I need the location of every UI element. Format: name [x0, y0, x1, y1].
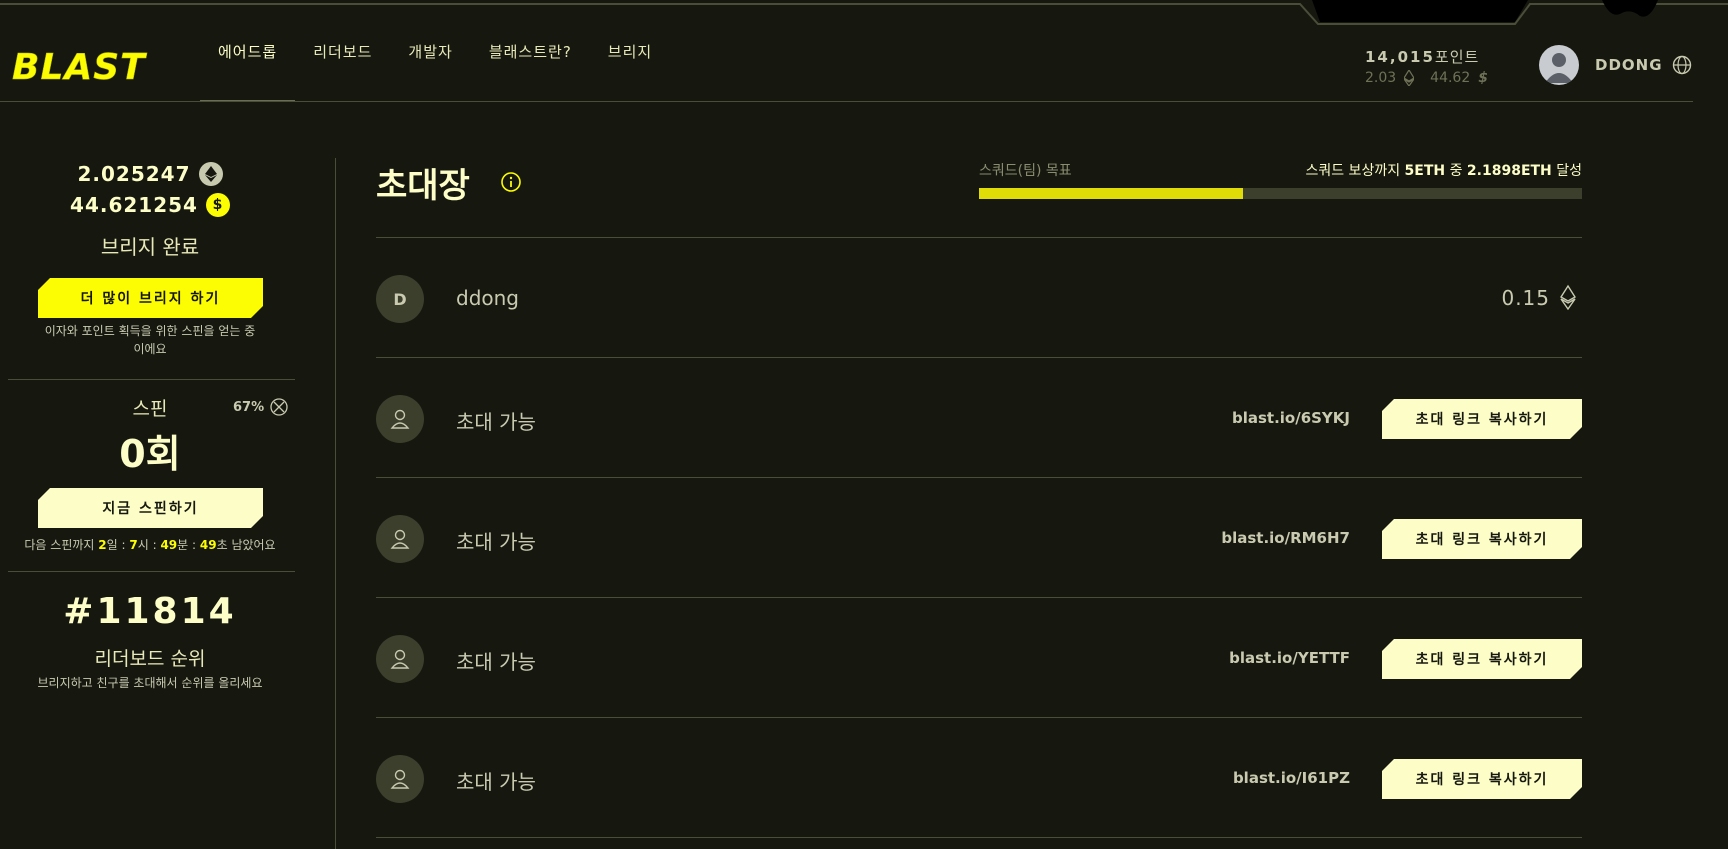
info-icon[interactable] [500, 171, 522, 193]
points-unit: 포인트 [1434, 48, 1480, 66]
sidebar-usd-balance: 44.621254 $ [0, 193, 300, 217]
spin-percent-value: 67% [233, 399, 265, 415]
spin-days-unit: 일 [106, 538, 118, 552]
points-summary: 14,015포인트 2.03 44.62 $ [1365, 46, 1495, 86]
clover-icon [270, 398, 288, 416]
spin-hours: 7 [129, 538, 138, 552]
header-eth-balance: 2.03 [1365, 70, 1397, 86]
nav-bridge[interactable]: 브리지 [590, 0, 670, 102]
bridge-note: 이자와 포인트 획득을 위한 스핀을 얻는 중이에요 [44, 324, 256, 356]
spin-seconds-unit: 초 [216, 538, 228, 552]
spin-days: 2 [98, 538, 107, 552]
invite-status: 초대 가능 [456, 530, 536, 554]
spin-percent: 67% [233, 398, 288, 416]
invite-link[interactable]: blast.io/6SYKJ [1232, 409, 1350, 427]
invite-link[interactable]: blast.io/I61PZ [1233, 769, 1350, 787]
member-name: ddong [456, 286, 519, 310]
copy-invite-link-button[interactable]: 초대 링크 복사하기 [1382, 519, 1582, 559]
header-usd-balance: 44.62 [1430, 70, 1471, 86]
copy-invite-link-button[interactable]: 초대 링크 복사하기 [1382, 759, 1582, 799]
blast-logo[interactable]: BLAST [10, 46, 175, 86]
goal-current: 2.1898ETH [1466, 163, 1552, 179]
invite-row: 초대 가능 blast.io/I61PZ 초대 링크 복사하기 [376, 717, 1582, 837]
bridge-status: 브리지 완료 [100, 235, 200, 259]
member-row: D ddong 0.15 [376, 237, 1582, 357]
spin-hours-unit: 시 [137, 538, 149, 552]
user-icon [390, 649, 410, 669]
header-divider [0, 101, 1693, 102]
main-nav: 에어드롭 리더보드 개발자 블래스트란? 브리지 [200, 0, 670, 102]
spin-minutes-unit: 분 [177, 538, 189, 552]
squad-progress-bar [979, 188, 1582, 199]
spin-minutes: 49 [160, 538, 178, 552]
top-header: BLAST 에어드롭 리더보드 개발자 블래스트란? 브리지 14,015포인트… [0, 0, 1728, 102]
goal-prefix: 스쿼드 보상까지 [1305, 163, 1401, 179]
invite-avatar [376, 635, 424, 683]
username[interactable]: DDONG [1595, 56, 1663, 74]
spin-next-suffix: 남았어요 [231, 538, 276, 552]
avatar-user-icon [1545, 53, 1573, 83]
usd-amount: 44.621254 [70, 193, 198, 217]
page-title: 초대장 [376, 166, 470, 206]
invite-status: 초대 가능 [456, 650, 536, 674]
spin-now-button[interactable]: 지금 스핀하기 [38, 488, 263, 528]
nav-airdrop[interactable]: 에어드롭 [200, 0, 296, 102]
user-icon [390, 769, 410, 789]
svg-text:BLAST: BLAST [12, 47, 147, 86]
sidebar-eth-balance: 2.025247 [0, 162, 300, 186]
nav-what-is-blast[interactable]: 블래스트란? [471, 0, 590, 102]
row-divider [376, 837, 1582, 838]
avatar[interactable] [1539, 45, 1579, 85]
spin-seconds: 49 [199, 538, 217, 552]
user-icon [390, 409, 410, 429]
goal-mid: 중 [1449, 163, 1463, 179]
rank-label: 리더보드 순위 [94, 648, 206, 670]
eth-amount: 2.025247 [77, 162, 191, 186]
leaderboard-rank: #11814 [63, 591, 237, 632]
copy-invite-link-button[interactable]: 초대 링크 복사하기 [1382, 639, 1582, 679]
invite-link[interactable]: blast.io/YETTF [1229, 649, 1350, 667]
spin-countdown: 다음 스핀까지 2일 : 7시 : 49분 : 49초 남았어요 [24, 538, 276, 552]
goal-target: 5ETH [1404, 163, 1446, 179]
header-balances: 2.03 44.62 $ [1365, 70, 1495, 86]
points-total: 14,015포인트 [1365, 46, 1495, 67]
eth-icon [1560, 284, 1576, 310]
copy-invite-link-button[interactable]: 초대 링크 복사하기 [1382, 399, 1582, 439]
points-value: 14,015 [1365, 48, 1435, 66]
member-value: 0.15 [1501, 286, 1550, 310]
nav-leaderboard[interactable]: 리더보드 [295, 0, 390, 102]
eth-icon [1404, 70, 1415, 86]
member-avatar: D [376, 275, 424, 323]
spin-count: 0회 [119, 432, 181, 476]
invite-status: 초대 가능 [456, 770, 536, 794]
eth-coin-icon [198, 162, 223, 186]
spin-next-prefix: 다음 스핀까지 [24, 538, 95, 552]
invite-row: 초대 가능 blast.io/YETTF 초대 링크 복사하기 [376, 597, 1582, 717]
invite-link[interactable]: blast.io/RM6H7 [1221, 529, 1350, 547]
bridge-more-button[interactable]: 더 많이 브리지 하기 [38, 278, 263, 318]
invite-row: 초대 가능 blast.io/6SYKJ 초대 링크 복사하기 [376, 357, 1582, 477]
user-icon [390, 529, 410, 549]
invite-status: 초대 가능 [456, 410, 536, 434]
globe-icon[interactable] [1672, 55, 1692, 75]
sidebar-separator [335, 158, 336, 849]
invite-row: 초대 가능 blast.io/RM6H7 초대 링크 복사하기 [376, 477, 1582, 597]
nav-developers[interactable]: 개발자 [390, 0, 470, 102]
squad-goal-label: 스쿼드(팀) 목표 [979, 163, 1072, 179]
sidebar-divider [8, 571, 295, 572]
invite-avatar [376, 515, 424, 563]
invite-avatar [376, 395, 424, 443]
usd-icon: $ [1478, 70, 1489, 86]
goal-suffix: 달성 [1556, 163, 1582, 179]
squad-progress-fill [979, 188, 1244, 199]
invite-avatar [376, 755, 424, 803]
sidebar-divider [8, 379, 295, 380]
usd-coin-icon: $ [205, 193, 230, 217]
rank-note: 브리지하고 친구를 초대해서 순위를 올리세요 [37, 676, 263, 690]
squad-goal-status: 스쿼드 보상까지 5ETH 중 2.1898ETH 달성 [1305, 160, 1582, 180]
